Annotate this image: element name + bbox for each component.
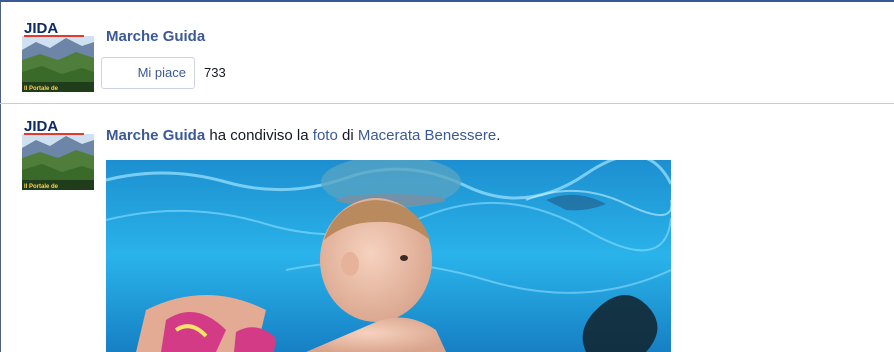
post-text-shared: ha condiviso la xyxy=(205,127,313,144)
like-button[interactable]: Mi piace xyxy=(101,57,195,89)
page-header: JIDA Il Portale de Marche Guida Mi piace… xyxy=(0,2,894,104)
svg-text:JIDA: JIDA xyxy=(24,118,58,135)
page-name-link[interactable]: Marche Guida xyxy=(106,28,205,45)
post-period: . xyxy=(496,127,501,144)
marche-guida-avatar-icon[interactable]: JIDA Il Portale de xyxy=(22,118,94,190)
post-author-link[interactable]: Marche Guida xyxy=(106,127,205,144)
post-text-of: di xyxy=(337,127,358,144)
post-headline: Marche Guida ha condiviso la foto di Mac… xyxy=(106,127,500,144)
shared-photo[interactable] xyxy=(106,160,671,352)
svg-text:JIDA: JIDA xyxy=(24,20,58,37)
source-page-link[interactable]: Macerata Benessere xyxy=(358,127,496,144)
svg-text:Il Portale de: Il Portale de xyxy=(24,86,59,92)
photo-link[interactable]: foto xyxy=(313,127,338,144)
like-count: 733 xyxy=(204,65,226,80)
marche-guida-logo-icon[interactable]: JIDA Il Portale de xyxy=(22,20,94,92)
svg-text:Il Portale de: Il Portale de xyxy=(24,184,59,190)
